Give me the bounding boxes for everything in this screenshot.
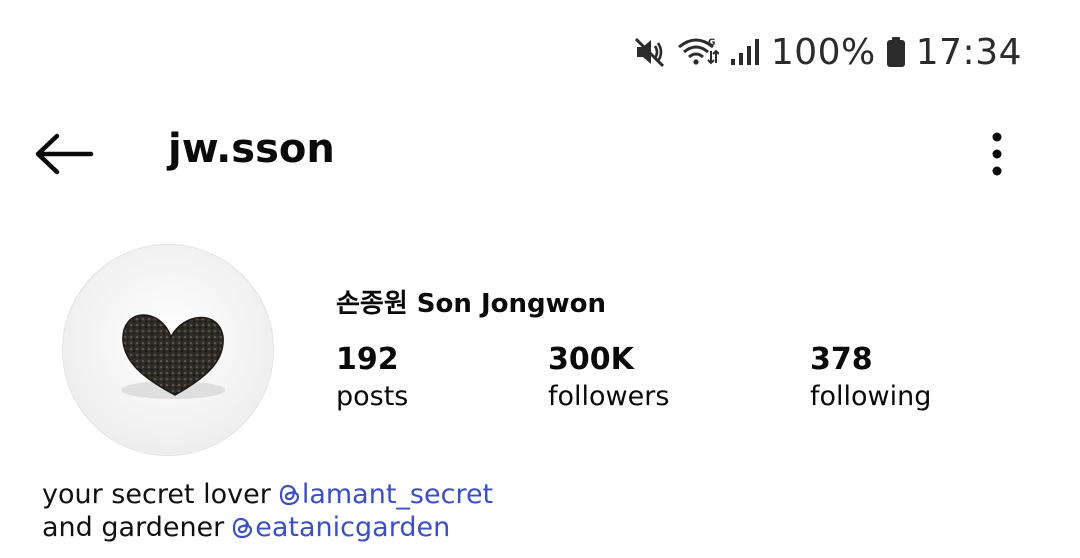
bio-line: your secret lover lamant_secret xyxy=(42,478,493,511)
following-count: 378 xyxy=(810,342,873,377)
followers-count: 300K xyxy=(548,342,634,377)
back-arrow-icon xyxy=(35,133,94,175)
profile-header: jw.sson xyxy=(0,118,1080,188)
more-options-button[interactable] xyxy=(982,126,1012,182)
avatar[interactable] xyxy=(62,244,274,456)
wifi-icon: G xyxy=(677,35,719,69)
mute-icon xyxy=(633,35,667,69)
heart-shaped-object-image xyxy=(63,245,273,455)
battery-icon xyxy=(886,35,906,69)
posts-count: 192 xyxy=(336,342,399,377)
back-button[interactable] xyxy=(30,124,98,184)
posts-stat[interactable]: 192 posts xyxy=(336,342,408,416)
clock: 17:34 xyxy=(915,31,1022,73)
bio-line: and gardener eatanicgarden xyxy=(42,511,493,544)
page-title: jw.sson xyxy=(168,126,335,172)
status-bar: G 100% 17:34 xyxy=(633,28,1022,76)
posts-label: posts xyxy=(336,381,409,412)
profile-full-name: 손종원 Son Jongwon xyxy=(336,289,607,319)
threads-icon xyxy=(232,516,254,540)
profile-bio: your secret lover lamant_secret and gard… xyxy=(42,478,493,544)
mention-link[interactable]: eatanicgarden xyxy=(232,511,450,544)
more-vertical-icon xyxy=(992,132,1002,176)
following-label: following xyxy=(810,381,932,412)
mention-handle: eatanicgarden xyxy=(255,512,451,543)
bio-text: your secret lover xyxy=(42,479,271,510)
mention-handle: lamant_secret xyxy=(301,479,494,510)
battery-percent: 100% xyxy=(770,31,876,73)
followers-stat[interactable]: 300K followers xyxy=(548,342,669,416)
following-stat[interactable]: 378 following xyxy=(810,342,931,416)
threads-icon xyxy=(279,483,301,507)
mention-link[interactable]: lamant_secret xyxy=(279,478,493,511)
bio-text: and gardener xyxy=(42,512,225,543)
followers-label: followers xyxy=(548,381,670,412)
signal-icon xyxy=(729,35,761,69)
svg-text:G: G xyxy=(708,38,715,48)
